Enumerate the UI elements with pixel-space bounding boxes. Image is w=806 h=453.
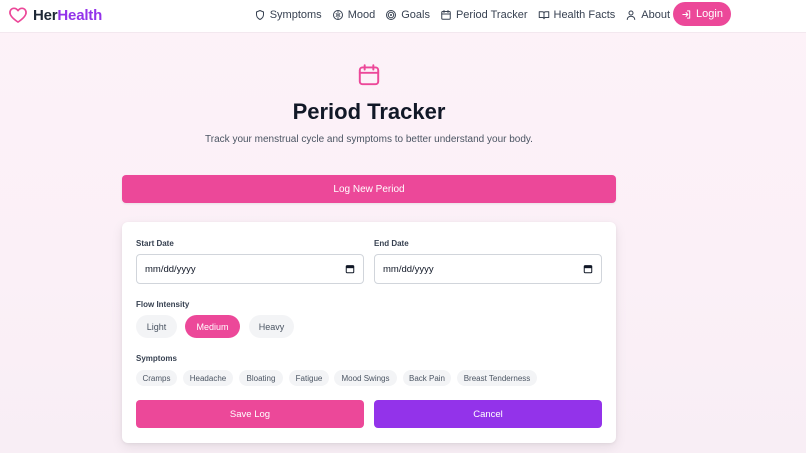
shield-icon <box>255 9 264 20</box>
symptoms-label: Symptoms <box>136 354 177 363</box>
save-log-button[interactable]: Save Log <box>136 400 364 428</box>
symptom-chip-bloating[interactable]: Bloating <box>239 370 283 386</box>
symptom-chip-headache[interactable]: Headache <box>183 370 233 386</box>
brain-icon <box>332 9 343 20</box>
symptom-chip-fatigue[interactable]: Fatigue <box>289 370 329 386</box>
flow-option-medium[interactable]: Medium <box>185 315 240 338</box>
heart-icon <box>9 7 27 23</box>
start-date-label: Start Date <box>136 239 174 248</box>
symptom-chip-cramps[interactable]: Cramps <box>136 370 177 386</box>
brand-logo[interactable]: HerHealth <box>8 5 102 25</box>
nav-item-label: Symptoms <box>269 8 322 21</box>
nav-item-symptoms[interactable]: Symptoms <box>254 9 322 21</box>
nav-item-health-facts[interactable]: Health Facts <box>538 8 616 21</box>
calendar-icon[interactable] <box>583 264 593 274</box>
nav-item-label: Mood <box>347 8 376 21</box>
cancel-button[interactable]: Cancel <box>374 400 602 428</box>
login-icon <box>682 9 691 19</box>
start-date-value: mm/dd/yyyy <box>145 263 196 275</box>
nav-item-about[interactable]: About <box>625 9 670 21</box>
brand-name: HerHealth <box>33 6 103 24</box>
symptom-chip-back-pain[interactable]: Back Pain <box>403 370 451 386</box>
nav-item-label: About <box>641 8 670 21</box>
user-icon <box>627 10 636 20</box>
symptom-chip-breast-tenderness[interactable]: Breast Tenderness <box>457 370 537 386</box>
flow-option-heavy[interactable]: Heavy <box>249 315 294 338</box>
symptom-chip-mood-swings[interactable]: Mood Swings <box>334 370 397 386</box>
flow-option-light[interactable]: Light <box>136 315 177 338</box>
login-label: Login <box>696 8 723 20</box>
page-title: Period Tracker <box>292 99 446 124</box>
nav-item-label: Period Tracker <box>455 8 528 21</box>
book-icon <box>538 10 549 19</box>
top-nav: HerHealth Symptoms Mood Goals Period Tra… <box>0 0 806 33</box>
nav-item-mood[interactable]: Mood <box>332 8 376 21</box>
end-date-label: End Date <box>374 239 409 248</box>
end-date-input[interactable]: mm/dd/yyyy <box>374 254 602 284</box>
target-icon <box>386 9 397 20</box>
nav-item-goals[interactable]: Goals <box>385 9 430 21</box>
login-button[interactable]: Login <box>673 2 731 26</box>
calendar-icon[interactable] <box>345 264 355 274</box>
nav-item-label: Health Facts <box>553 8 616 21</box>
nav-item-label: Goals <box>401 8 430 21</box>
calendar-icon <box>358 64 380 86</box>
flow-intensity-label: Flow Intensity <box>136 300 190 309</box>
nav-links: Symptoms Mood Goals Period Tracker Healt… <box>254 0 670 29</box>
period-log-form: Start Date mm/dd/yyyy End Date mm/dd/yyy… <box>122 222 616 443</box>
log-new-period-button[interactable]: Log New Period <box>122 175 616 203</box>
start-date-input[interactable]: mm/dd/yyyy <box>136 254 364 284</box>
nav-item-period-tracker[interactable]: Period Tracker <box>440 9 528 21</box>
page-subtitle: Track your menstrual cycle and symptoms … <box>205 134 533 145</box>
end-date-value: mm/dd/yyyy <box>383 263 434 275</box>
calendar-icon <box>441 9 451 20</box>
